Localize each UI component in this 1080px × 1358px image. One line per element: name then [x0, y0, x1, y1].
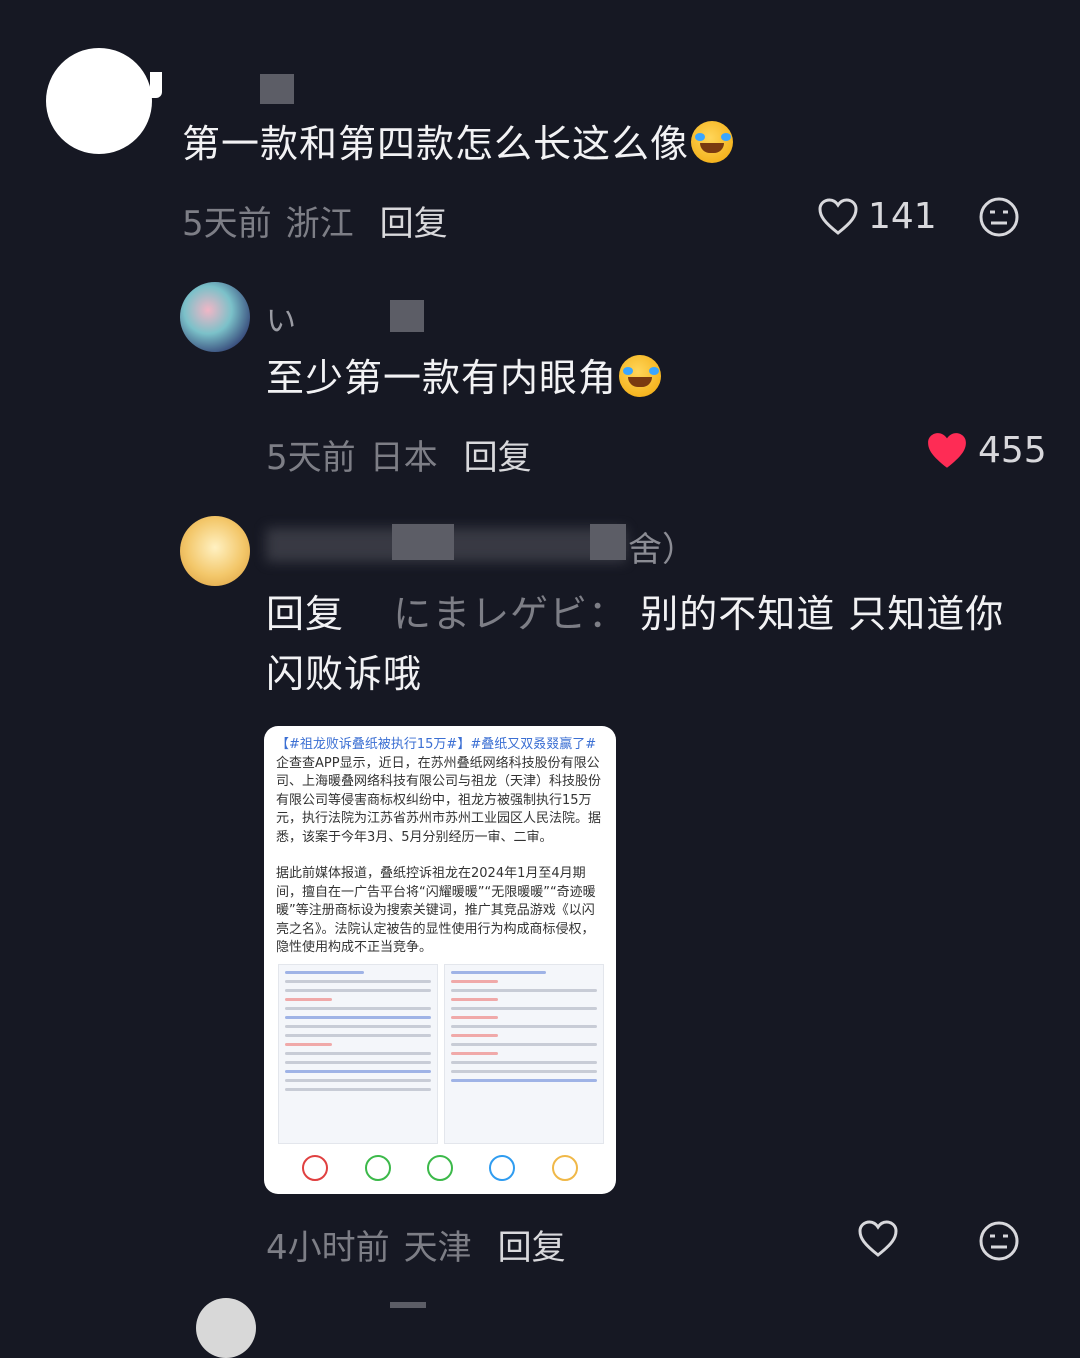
- comment2-like-count: 455: [978, 430, 1047, 471]
- rofl-emoji-icon: [691, 121, 734, 163]
- more-icon: [551, 1155, 578, 1181]
- comment3-time: 4小时前: [266, 1228, 390, 1268]
- comment3-text: 回复 にまレゲビ： 别的不知道 只知道你 闪败诉哦: [266, 592, 1005, 696]
- comment3-meta: 4小时前 天津 回复: [266, 1220, 566, 1269]
- image-news-text: 【#祖龙败诉叠纸被执行15万#】#叠纸又双叒叕赢了# 企查查APP显示，近日，在…: [276, 737, 602, 955]
- image-screenshot-left: [278, 964, 438, 1144]
- meh-face-icon: [979, 197, 1019, 237]
- comment3-username-mask-1: [392, 524, 454, 560]
- comment3-location: 天津: [403, 1228, 472, 1268]
- heart-filled-icon: [928, 432, 966, 468]
- share-icon: [302, 1155, 329, 1181]
- comment3-dislike-button[interactable]: [978, 1220, 1020, 1266]
- comment3-username-mask-2: [590, 524, 626, 560]
- comment1-like-count: 141: [868, 196, 937, 237]
- next-comment-username-redacted: [390, 1302, 426, 1308]
- wechat-icon: [364, 1155, 391, 1181]
- comment1-time: 5天前: [182, 204, 272, 244]
- comment1-text: 第一款和第四款怎么长这么像: [182, 116, 734, 173]
- comment3-reply-prefix: 回复: [266, 592, 345, 636]
- comment2-like-button[interactable]: 455: [926, 430, 1047, 471]
- heart-outline-icon: [858, 1220, 898, 1257]
- comment3-image[interactable]: 【#祖龙败诉叠纸被执行15万#】#叠纸又双叒叕赢了# 企查查APP显示，近日，在…: [264, 726, 616, 1194]
- next-comment-avatar[interactable]: [196, 1298, 256, 1358]
- comment1-reply-button[interactable]: 回复: [380, 196, 448, 245]
- image-screenshots: [278, 964, 604, 1144]
- comment3-avatar[interactable]: [180, 516, 250, 586]
- comment1-meta: 5天前 浙江 回复: [182, 196, 448, 245]
- comment3-username-tail: 舍）: [628, 530, 696, 570]
- meh-face-icon: [979, 1221, 1019, 1261]
- comment2-reply-button[interactable]: 回复: [464, 430, 532, 479]
- comment2-text: 至少第一款有内眼角: [266, 350, 662, 407]
- comment3-reply-target[interactable]: にまレゲビ：: [393, 592, 627, 636]
- comment1-like-button[interactable]: 141: [818, 196, 937, 237]
- comment1-username-redacted[interactable]: [260, 74, 294, 104]
- image-screenshot-right: [444, 964, 604, 1144]
- comment1-avatar[interactable]: [46, 48, 152, 154]
- avatar-badge: [150, 72, 162, 98]
- comment2-username[interactable]: い: [266, 296, 296, 340]
- qq-icon: [489, 1155, 516, 1181]
- rofl-emoji-icon: [619, 355, 662, 397]
- comment3-like-button[interactable]: [858, 1220, 898, 1258]
- comment1-dislike-button[interactable]: [978, 196, 1020, 242]
- image-share-bar: [284, 1152, 596, 1184]
- comment2-username-redacted: [390, 300, 424, 332]
- comment2-location: 日本: [369, 438, 438, 478]
- comment1-location: 浙江: [285, 204, 354, 244]
- comment2-avatar[interactable]: [180, 282, 250, 352]
- comment3-reply-button[interactable]: 回复: [498, 1220, 566, 1269]
- moments-icon: [426, 1155, 453, 1181]
- heart-outline-icon: [818, 197, 858, 235]
- comment2-meta: 5天前 日本 回复: [266, 430, 532, 479]
- comment2-time: 5天前: [266, 438, 356, 478]
